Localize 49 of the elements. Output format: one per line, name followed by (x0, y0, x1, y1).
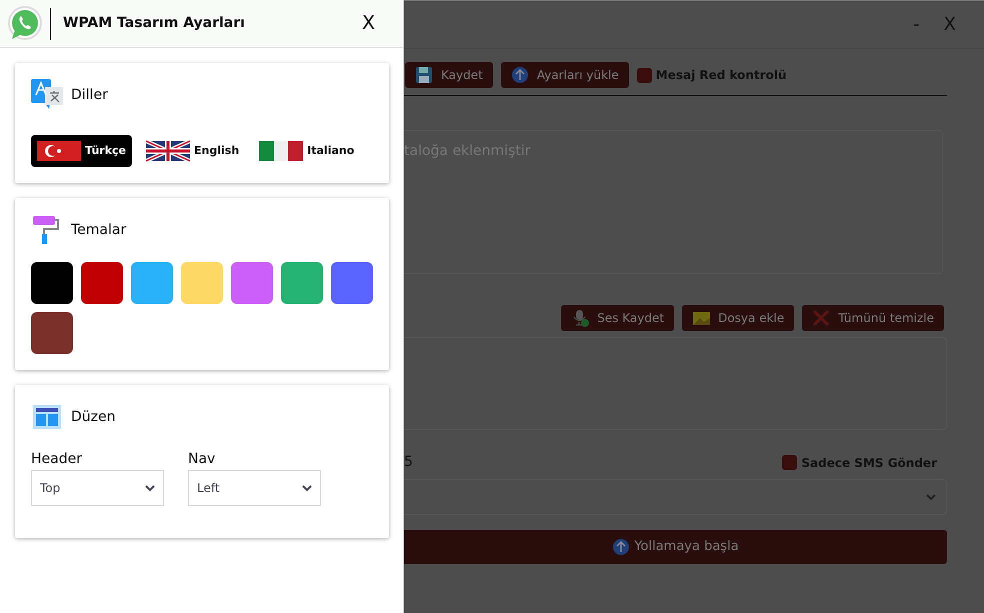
theme-swatch[interactable] (181, 262, 223, 304)
checkbox-label: Sadece SMS Gönder (801, 454, 937, 472)
language-option[interactable]: Türkçe (31, 135, 132, 167)
field-label: Nav (188, 450, 216, 469)
section-heading: Düzen (71, 408, 116, 426)
message-field[interactable] (404, 337, 947, 430)
attach-button[interactable]: Dosya ekle (682, 305, 794, 331)
chevron-down-icon (926, 494, 936, 500)
floppy-icon (415, 66, 433, 84)
cross-icon (812, 309, 830, 327)
section-heading: Diller (71, 86, 108, 104)
image-icon (692, 309, 710, 327)
section-heading: Temalar (71, 220, 126, 240)
chevron-down-icon (302, 484, 312, 492)
language-option[interactable]: Italiano (253, 135, 360, 167)
language-option[interactable]: English (140, 135, 246, 167)
attach-button[interactable]: Tümünü temizle (802, 305, 944, 331)
toolbar-button[interactable]: Kaydet (405, 62, 493, 88)
flag-icon (259, 139, 304, 163)
panel-title: WPAM Tasarım Ayarları (63, 14, 246, 33)
attach-button[interactable]: Ses Kaydet (561, 305, 674, 331)
start-button[interactable]: Yollamaya başla (404, 530, 947, 564)
flag-icon (37, 139, 81, 163)
theme-swatch[interactable] (31, 312, 73, 354)
close-button[interactable]: X (358, 9, 379, 38)
field-label: Header (31, 450, 83, 469)
window-control[interactable]: X (932, 11, 968, 38)
upload-icon (612, 538, 630, 556)
layout-select[interactable]: Top (31, 470, 164, 506)
chat-logo-icon (6, 4, 44, 42)
translate-icon (31, 79, 63, 111)
theme-swatch[interactable] (31, 262, 73, 304)
theme-swatch[interactable] (231, 262, 273, 304)
theme-swatch[interactable] (281, 262, 323, 304)
device-select[interactable] (404, 479, 947, 515)
flag-icon (146, 139, 190, 163)
checkbox[interactable] (782, 455, 798, 470)
count-text: 5 (404, 453, 413, 472)
window-control[interactable]: - (901, 11, 932, 38)
checkbox-label: Mesaj Red kontrolü (656, 67, 787, 84)
upload-icon (510, 66, 529, 84)
microphone-icon (571, 309, 590, 327)
layout-select[interactable]: Left (188, 470, 321, 506)
chevron-down-icon (145, 484, 155, 492)
checkbox[interactable] (636, 68, 652, 82)
theme-swatch[interactable] (131, 262, 173, 304)
theme-swatch[interactable] (331, 262, 373, 304)
toolbar-button[interactable]: Ayarları yükle (500, 62, 629, 88)
theme-swatch[interactable] (81, 262, 123, 304)
